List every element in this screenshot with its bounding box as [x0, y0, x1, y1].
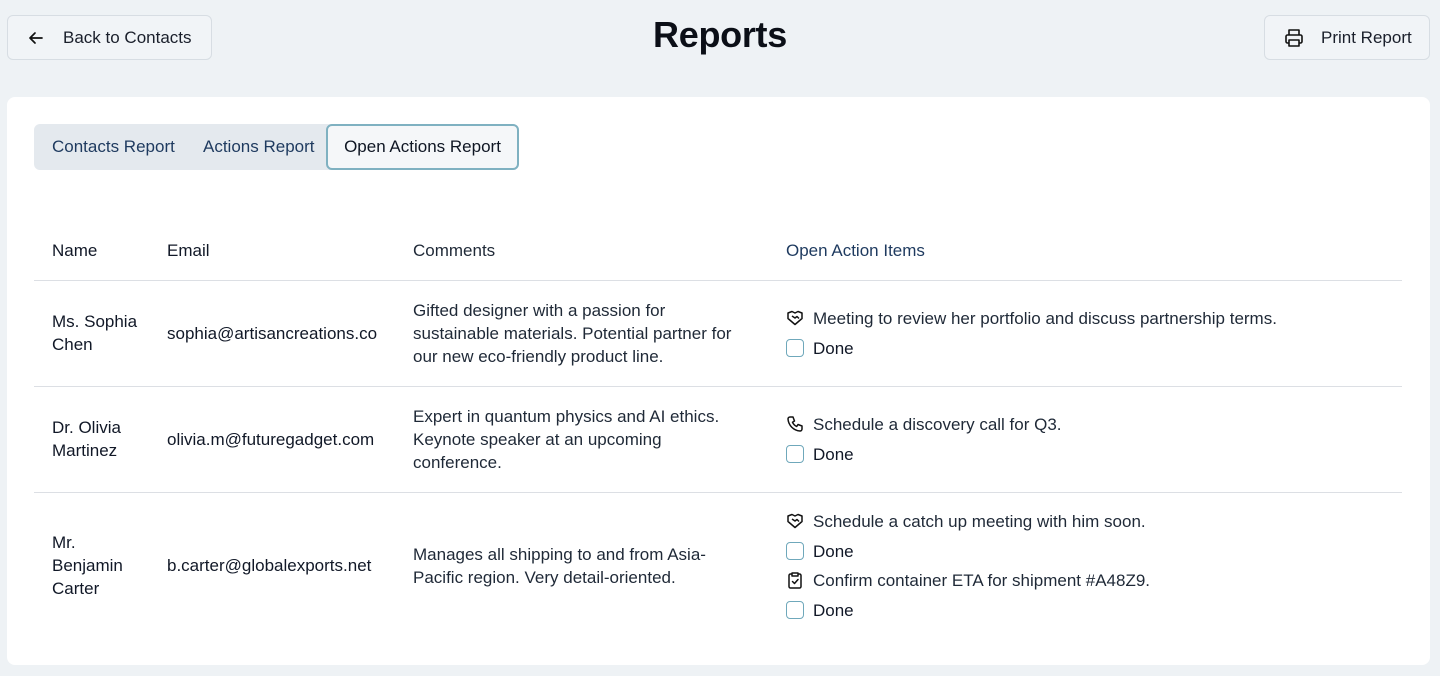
clipboard-check-icon [786, 571, 804, 589]
done-checkbox[interactable] [786, 542, 804, 561]
table-row: Mr. Benjamin Carter b.carter@globalexpor… [34, 492, 1402, 639]
action-item: Schedule a discovery call for Q3. Done [786, 412, 1402, 466]
contact-comments: Expert in quantum physics and AI ethics.… [413, 406, 720, 472]
done-checkbox[interactable] [786, 601, 804, 620]
action-item: Schedule a catch up meeting with him soo… [786, 509, 1402, 563]
action-item: Meeting to review her portfolio and disc… [786, 306, 1402, 360]
open-actions-table: Name Email Comments Open Action Items Ms… [34, 222, 1402, 639]
done-checkbox[interactable] [786, 445, 804, 463]
contact-email: b.carter@globalexports.net [167, 556, 372, 576]
report-card: Contacts Report Actions Report Open Acti… [7, 97, 1430, 665]
tab-open-actions-report[interactable]: Open Actions Report [326, 124, 519, 170]
action-text: Schedule a discovery call for Q3. [813, 414, 1062, 434]
table-row: Ms. Sophia Chen sophia@artisancreations.… [34, 280, 1402, 387]
tab-actions-report[interactable]: Actions Report [203, 137, 315, 157]
report-tabs: Contacts Report Actions Report Open Acti… [34, 124, 519, 170]
printer-icon [1283, 27, 1305, 49]
phone-icon [786, 415, 804, 433]
table-row: Dr. Olivia Martinez olivia.m@futuregadge… [34, 386, 1402, 493]
column-header-email: Email [167, 222, 413, 281]
contact-comments: Manages all shipping to and from Asia-Pa… [413, 544, 706, 587]
action-text: Schedule a catch up meeting with him soo… [813, 511, 1146, 531]
table-header-row: Name Email Comments Open Action Items [34, 222, 1402, 281]
done-label: Done [813, 541, 854, 561]
handshake-icon [786, 309, 804, 327]
done-label: Done [813, 338, 854, 358]
contact-name: Dr. Olivia Martinez [52, 418, 121, 460]
action-item: Confirm container ETA for shipment #A48Z… [786, 568, 1402, 622]
print-button-label: Print Report [1321, 27, 1412, 47]
action-text: Confirm container ETA for shipment #A48Z… [813, 570, 1151, 590]
page-title: Reports [653, 14, 787, 55]
column-header-comments: Comments [413, 222, 786, 281]
print-report-button[interactable]: Print Report [1264, 15, 1430, 60]
handshake-icon [786, 512, 804, 530]
contact-name: Ms. Sophia Chen [52, 312, 138, 354]
top-bar: Back to Contacts Reports Print Report [0, 0, 1440, 76]
done-label: Done [813, 600, 854, 620]
contact-email: sophia@artisancreations.co [167, 280, 413, 387]
column-header-open-action-items: Open Action Items [786, 222, 1402, 281]
column-header-name: Name [34, 222, 167, 281]
contact-name: Mr. Benjamin Carter [52, 533, 123, 599]
done-checkbox[interactable] [786, 339, 804, 357]
action-text: Meeting to review her portfolio and disc… [813, 308, 1277, 328]
contact-comments: Gifted designer with a passion for susta… [413, 300, 732, 366]
tab-contacts-report[interactable]: Contacts Report [52, 137, 175, 157]
done-label: Done [813, 444, 854, 464]
contact-email: olivia.m@futuregadget.com [167, 386, 413, 493]
